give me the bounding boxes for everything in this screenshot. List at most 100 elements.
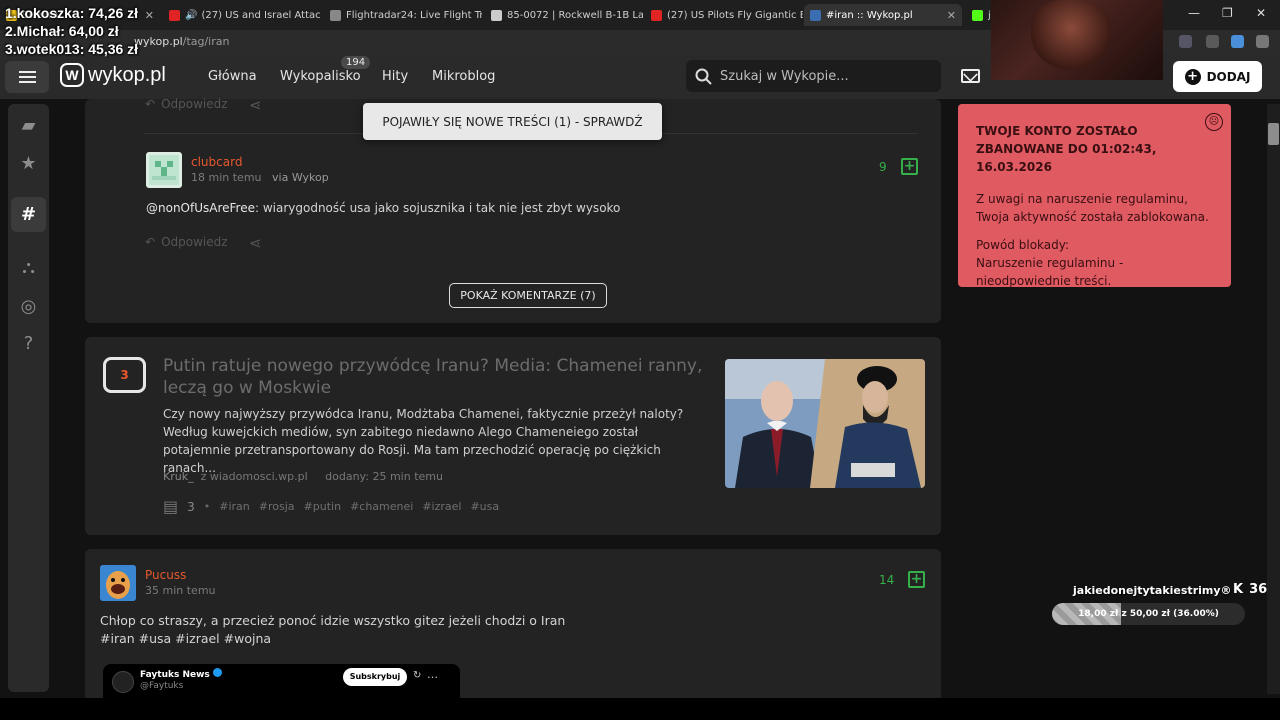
extension-icon[interactable] [1179, 35, 1192, 48]
comment-body: @nonOfUsAreFree: wiarygodność usa jako s… [146, 199, 906, 217]
nav-hity[interactable]: Hity [382, 69, 408, 84]
reply-label: Odpowiedz [161, 235, 228, 249]
youtube-icon [169, 9, 180, 21]
close-tab-icon[interactable]: ✕ [941, 9, 956, 22]
article-thumbnail[interactable] [725, 359, 925, 488]
article-comment-count[interactable]: 3 [187, 500, 195, 514]
avatar[interactable] [146, 152, 182, 188]
reply-link[interactable]: ↶ Odpowiedz [145, 97, 228, 111]
minimize-icon[interactable]: — [1188, 6, 1200, 20]
post-tags[interactable]: #iran #usa #izrael #wojna [100, 630, 860, 648]
comment-username[interactable]: clubcard [191, 155, 242, 169]
maximize-icon[interactable]: ❐ [1222, 6, 1233, 20]
ban-reason-block: Powód blokady: Naruszenie regulaminu - n… [976, 236, 1213, 290]
article-source: Kruk_ z wiadomosci.wp.pl dodany: 25 min … [163, 470, 443, 483]
tweet-more-icon[interactable]: … [427, 668, 438, 681]
flightradar-icon [330, 9, 341, 21]
page-icon [491, 9, 502, 21]
streamer-face [1031, 0, 1111, 70]
add-button[interactable]: + DODAJ [1173, 61, 1262, 92]
badge-icon[interactable]: ◎ [11, 289, 46, 324]
article-tags: ▤ 3 • #iran #rosja #putin #chamenei #izr… [163, 497, 499, 516]
reply-icon: ↶ [145, 97, 156, 111]
wykop-logo-icon: W [60, 63, 84, 87]
nav-mikroblog[interactable]: Mikroblog [432, 69, 495, 84]
reply-link[interactable]: ↶ Odpowiedz [145, 235, 228, 249]
share-icon[interactable]: ⋖ [249, 234, 262, 252]
article-title[interactable]: Putin ratuje nowego przywódcę Iranu? Med… [163, 355, 703, 399]
search-box[interactable] [686, 60, 941, 92]
scrollbar-thumb[interactable] [1268, 123, 1279, 145]
help-icon[interactable]: ? [11, 326, 46, 361]
browser-tab[interactable]: 🔊(27) US and Israel Attack✕ [163, 4, 321, 26]
ranking-icon[interactable]: ⛬ [11, 250, 46, 285]
site-logo[interactable]: Wwykop.pl [60, 63, 166, 87]
close-window-icon[interactable]: ✕ [1256, 6, 1266, 20]
article-vote-box[interactable]: 3 [103, 357, 146, 393]
new-content-toast[interactable]: POJAWIŁY SIĘ NOWE TREŚCI (1) - SPRAWDŹ [363, 103, 662, 140]
links-icon[interactable]: ▰ [11, 108, 46, 143]
comment-via: via Wykop [272, 171, 329, 184]
browser-tab[interactable]: (27) US Pilots Fly Gigantic B-1✕ [645, 4, 803, 26]
tweet-refresh-icon[interactable]: ↻ [413, 670, 421, 681]
tag-link[interactable]: #putin [304, 500, 342, 513]
browser-tab-active[interactable]: #iran :: Wykop.pl ✕ [804, 4, 962, 26]
ban-title: TWOJE KONTO ZOSTAŁO ZBANOWANE DO 01:02:4… [976, 124, 1157, 174]
webcam-overlay [991, 0, 1163, 80]
tag-link[interactable]: #chamenei [350, 500, 413, 513]
comments-icon[interactable]: ▤ [163, 497, 178, 516]
mention-link[interactable]: @nonOfUsAreFree [146, 201, 255, 215]
avatar[interactable] [100, 565, 136, 601]
leaderboard-entry: 3.wotek013: 45,36 zł [5, 41, 139, 57]
add-button-label: DODAJ [1206, 69, 1251, 84]
nav-glowna[interactable]: Główna [208, 69, 257, 84]
post-username[interactable]: Pucuss [145, 568, 186, 582]
tab-label: 85-0072 | Rockwell B-1B Lanc [507, 9, 643, 21]
upvote-button[interactable]: + [901, 158, 918, 175]
shield-icon[interactable] [1206, 35, 1219, 48]
sad-face-icon: ☹ [1205, 113, 1223, 131]
share-icon[interactable]: ⋖ [249, 96, 262, 114]
scrollbar[interactable] [1267, 104, 1280, 694]
leaderboard-entry: 1.kokoszka: 74,26 zł [5, 5, 139, 21]
tag-link[interactable]: #izrael [422, 500, 461, 513]
article-description: Czy nowy najwyższy przywódca Iranu, Modż… [163, 407, 684, 475]
tab-label: (27) US and Israel Attack [201, 9, 321, 21]
tag-link[interactable]: #rosja [259, 500, 295, 513]
reply-icon: ↶ [145, 235, 156, 249]
logo-text: wykop.pl [88, 63, 166, 86]
star-icon[interactable]: ★ [11, 146, 46, 181]
tab-label: (27) US Pilots Fly Gigantic B-1 [667, 9, 803, 21]
speaker-icon: 🔊 [185, 9, 198, 21]
url-path: /tag/iran [182, 35, 230, 48]
post-score: 14 [879, 573, 895, 587]
tag-link[interactable]: #usa [470, 500, 499, 513]
hashtag-icon[interactable]: # [11, 197, 46, 232]
browser-tab[interactable]: 85-0072 | Rockwell B-1B Lanc✕ [485, 4, 643, 26]
article-source-domain[interactable]: z wiadomosci.wp.pl [201, 470, 308, 483]
browser-tab[interactable]: Flightradar24: Live Flight Trac✕ [324, 4, 482, 26]
article-author[interactable]: Kruk_ [163, 470, 194, 483]
upvote-button[interactable]: + [908, 571, 925, 588]
nav-wykopalisko[interactable]: Wykopalisko [280, 69, 361, 84]
search-input[interactable] [720, 68, 930, 84]
extension-icon[interactable] [1231, 35, 1244, 48]
show-comments-button[interactable]: POKAŻ KOMENTARZE (7) [449, 283, 607, 308]
tweet-avatar [112, 671, 134, 693]
tweet-author-name: Faytuks News [140, 670, 210, 680]
ban-reason: Naruszenie regulaminu - nieodpowiednie t… [976, 256, 1124, 288]
messages-icon[interactable] [961, 69, 980, 83]
close-tab-icon[interactable]: ✕ [139, 9, 154, 22]
tag-link[interactable]: #iran [219, 500, 250, 513]
youtube-icon [651, 9, 662, 21]
tweet-subscribe-button[interactable]: Subskrybuj [343, 668, 407, 686]
extensions-menu-icon[interactable] [1256, 35, 1269, 48]
url-text[interactable]: wykop.pl/tag/iran [134, 35, 229, 48]
separator-dot: • [203, 500, 211, 513]
leaderboard-entry: 2.Michał: 64,00 zł [5, 23, 119, 39]
menu-button[interactable] [5, 61, 49, 93]
donation-goal-title: jakiedonejtytakiestrimy® [1073, 584, 1232, 597]
tab-label: Flightradar24: Live Flight Trac [346, 9, 482, 21]
wykopalisko-count-badge: 194 [341, 56, 371, 69]
verified-icon [212, 668, 222, 677]
